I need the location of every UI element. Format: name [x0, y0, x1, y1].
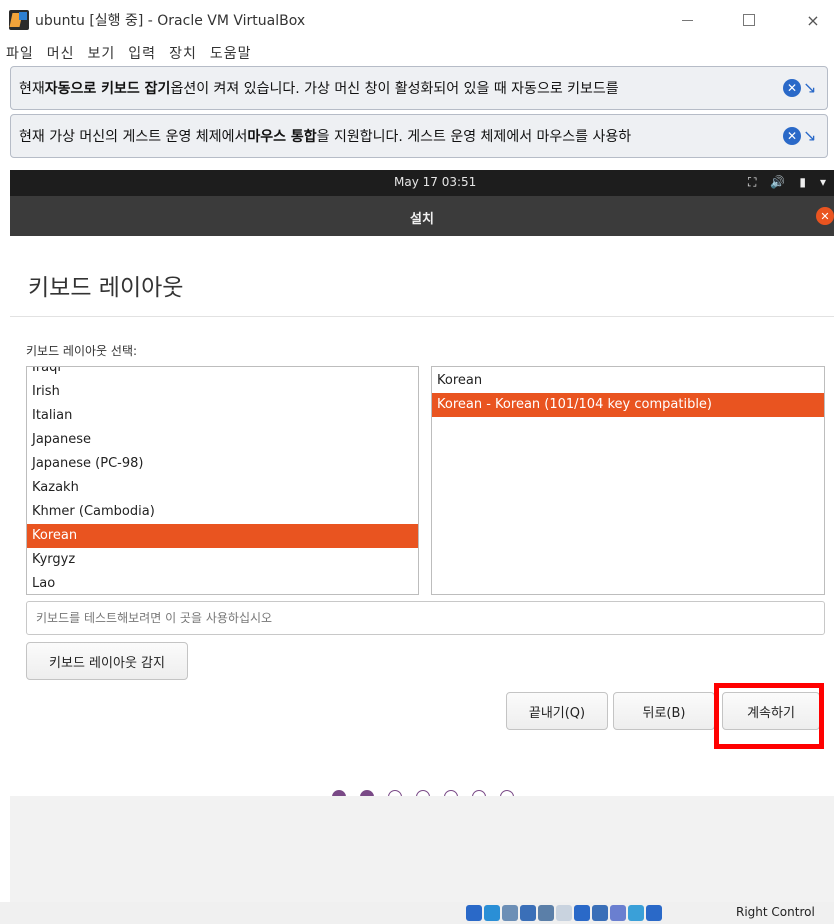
list-item[interactable]: Italian	[27, 404, 418, 428]
battery-icon: ▮	[799, 175, 806, 189]
shared-folder-icon[interactable]	[556, 905, 572, 921]
annotation-highlight-box	[714, 683, 824, 749]
maximize-icon[interactable]	[726, 0, 772, 40]
vm-statusbar: Right Control	[0, 902, 834, 924]
installer-headerbar: 설치 ✕	[10, 196, 834, 236]
menu-devices[interactable]: 장치	[169, 43, 197, 63]
notice-text-bold: 자동으로 키보드 잡기	[44, 81, 171, 97]
menubar: 파일 머신 보기 입력 장치 도움말	[0, 40, 834, 66]
notice-text-pre: 현재	[19, 81, 45, 97]
keyboard-capture-notice: 현재 자동으로 키보드 잡기 옵션이 켜져 있습니다. 가상 머신 창이 활성화…	[10, 66, 828, 110]
notice-text-rest: 을 지원합니다. 게스트 운영 체제에서 마우스를 사용하	[316, 129, 632, 145]
ubuntu-topbar: May 17 03:51 ⛶ 🔊 ▮ ▾	[10, 170, 834, 196]
list-item[interactable]: Japanese	[27, 428, 418, 452]
list-item[interactable]: Kyrgyz	[27, 548, 418, 572]
list-item-selected[interactable]: Korean	[27, 524, 418, 548]
divider	[10, 316, 834, 317]
menu-machine[interactable]: 머신	[47, 43, 75, 63]
network-icon: ⛶	[748, 175, 757, 189]
menu-input[interactable]: 입력	[128, 43, 156, 63]
page-title: 키보드 레이아웃	[28, 275, 184, 301]
notice-actions: ✕ ↘	[779, 127, 821, 145]
usb-icon[interactable]	[538, 905, 554, 921]
list-item[interactable]: Lao	[27, 572, 418, 594]
keyboard-test-input[interactable]	[26, 601, 825, 635]
layout-list[interactable]: Iraqi Irish Italian Japanese Japanese (P…	[26, 366, 419, 595]
installer-window: 키보드 레이아웃 키보드 레이아웃 선택: Iraqi Irish Italia…	[10, 236, 834, 804]
volume-icon: 🔊	[770, 175, 786, 189]
mouse-integration-icon[interactable]	[628, 905, 644, 921]
menu-arrow-icon: ▾	[819, 175, 826, 189]
mouse-integration-notice: 현재 가상 머신의 게스트 운영 체제에서 마우스 통합 을 지원합니다. 게스트…	[10, 114, 828, 158]
window-titlebar: ubuntu [실행 중] - Oracle VM VirtualBox ×	[0, 0, 834, 40]
window-title: ubuntu [실행 중] - Oracle VM VirtualBox	[35, 13, 306, 29]
list-item[interactable]: Kazakh	[27, 476, 418, 500]
menu-file[interactable]: 파일	[6, 43, 34, 63]
list-item[interactable]: Khmer (Cambodia)	[27, 500, 418, 524]
list-item[interactable]: Iraqi	[27, 367, 418, 380]
notice-text-pre: 현재 가상 머신의 게스트 운영 체제에서	[19, 129, 248, 145]
hdd-icon[interactable]	[466, 905, 482, 921]
system-tray[interactable]: ⛶ 🔊 ▮ ▾	[748, 175, 826, 190]
close-icon[interactable]: ×	[790, 0, 834, 40]
host-key-label[interactable]: Right Control	[736, 905, 815, 919]
notice-actions: ✕ ↘	[779, 79, 821, 97]
status-icons	[466, 905, 662, 921]
list-item-selected[interactable]: Korean - Korean (101/104 key compatible)	[432, 393, 824, 417]
optical-drive-icon[interactable]	[484, 905, 500, 921]
installer-title: 설치	[410, 212, 434, 227]
minimize-icon[interactable]	[664, 0, 710, 40]
menu-help[interactable]: 도움말	[210, 43, 252, 63]
clock[interactable]: May 17 03:51	[394, 175, 476, 189]
close-notice-icon[interactable]: ✕	[783, 127, 801, 145]
notice-text-rest: 옵션이 켜져 있습니다. 가상 머신 창이 활성화되어 있을 때 자동으로 키보…	[170, 81, 619, 97]
info-arrow-icon[interactable]: ↘	[803, 79, 821, 97]
quit-button[interactable]: 끝내기(Q)	[506, 692, 608, 730]
guest-background	[10, 796, 834, 902]
close-notice-icon[interactable]: ✕	[783, 79, 801, 97]
layout-select-label: 키보드 레이아웃 선택:	[26, 344, 138, 358]
close-installer-icon[interactable]: ✕	[816, 207, 834, 225]
list-item[interactable]: Irish	[27, 380, 418, 404]
virtualbox-logo-icon	[9, 10, 29, 30]
audio-icon[interactable]	[502, 905, 518, 921]
keyboard-capture-icon[interactable]	[646, 905, 662, 921]
list-item[interactable]: Japanese (PC-98)	[27, 452, 418, 476]
network-adapter-icon[interactable]	[520, 905, 536, 921]
list-item[interactable]: Korean	[432, 369, 824, 393]
recording-icon[interactable]	[592, 905, 608, 921]
display-icon[interactable]	[574, 905, 590, 921]
variant-list[interactable]: Korean Korean - Korean (101/104 key comp…	[431, 366, 825, 595]
vm-icon[interactable]	[610, 905, 626, 921]
detect-layout-button[interactable]: 키보드 레이아웃 감지	[26, 642, 188, 680]
back-button[interactable]: 뒤로(B)	[613, 692, 715, 730]
notice-text-bold: 마우스 통합	[247, 129, 317, 145]
menu-view[interactable]: 보기	[88, 43, 116, 63]
info-arrow-icon[interactable]: ↘	[803, 127, 821, 145]
